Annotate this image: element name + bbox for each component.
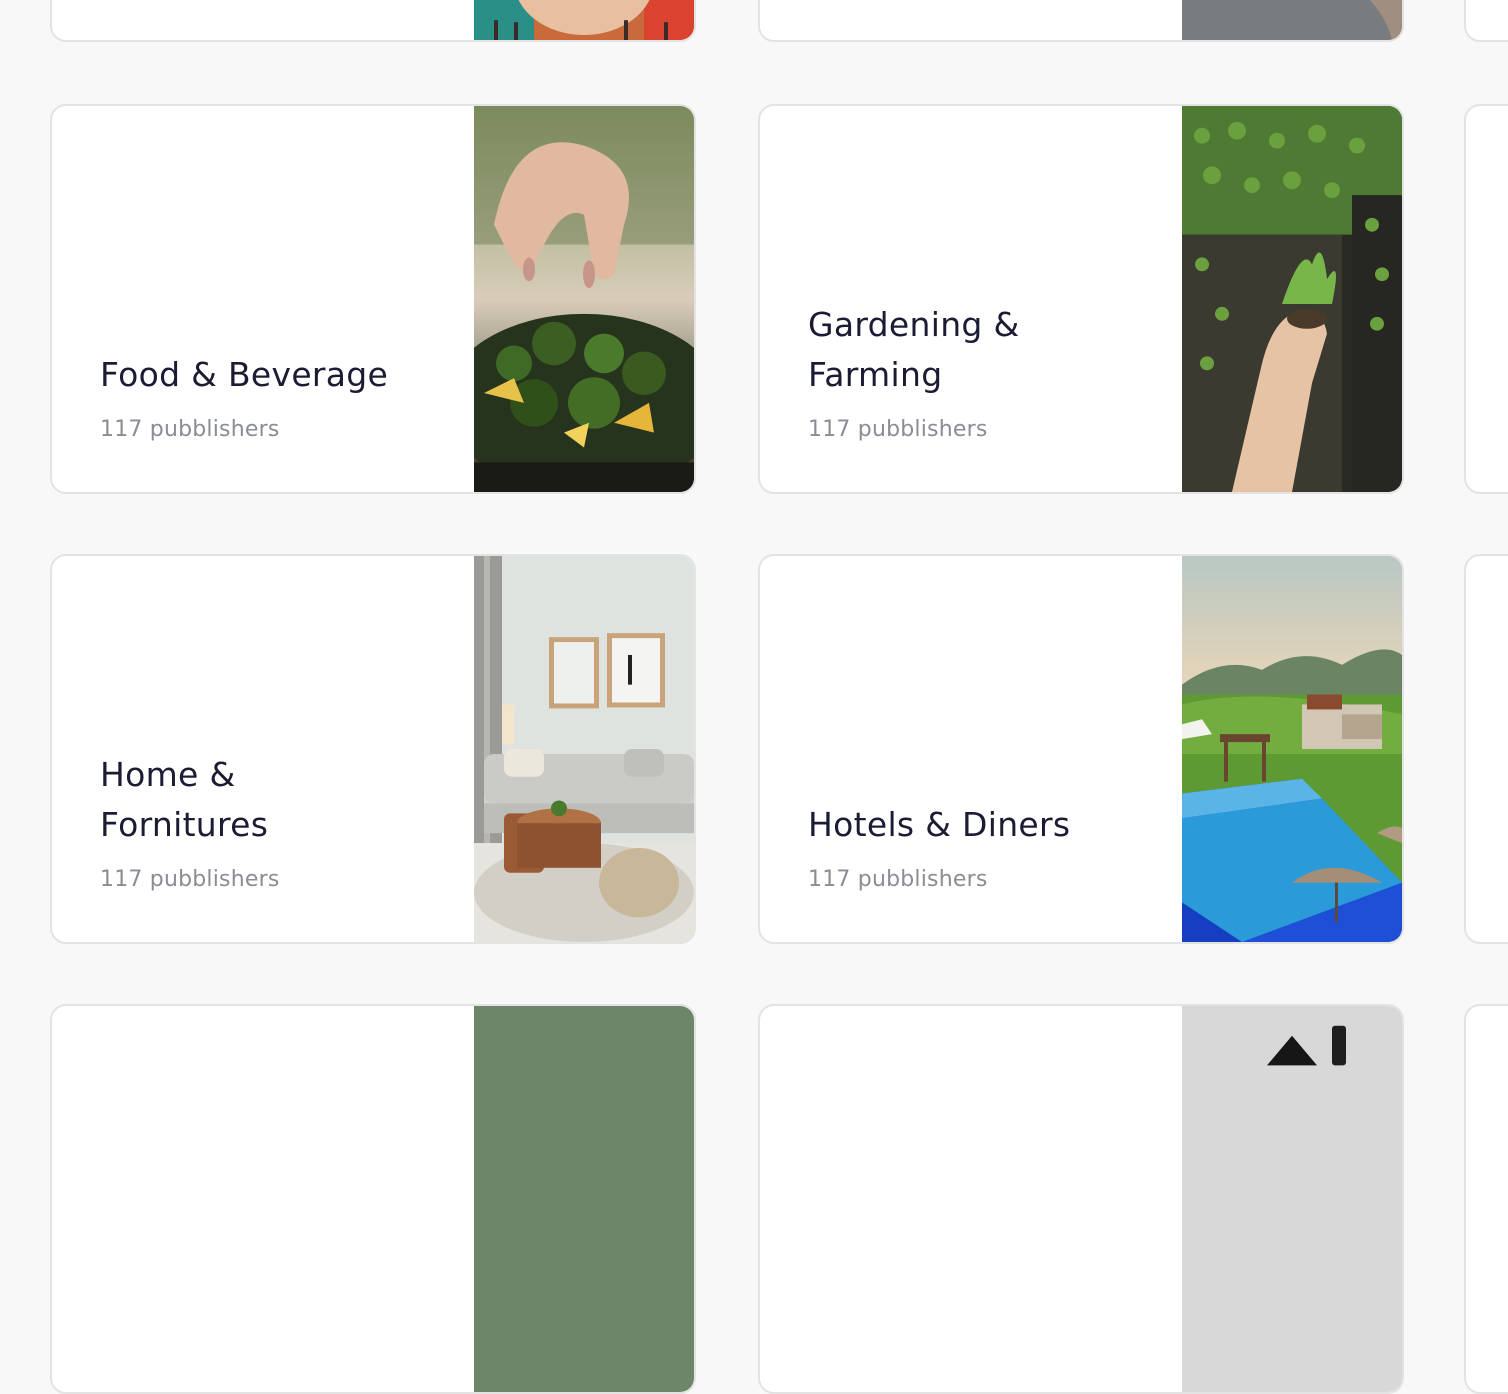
category-photo-top-left [474,0,694,40]
category-photo-bottom-left [474,1006,694,1392]
category-title: Hotels & Diners [808,805,1071,844]
publisher-count: 117 pubblishers [100,417,280,442]
publisher-count: 117 pubblishers [100,867,280,892]
category-card-partial[interactable] [1464,1004,1508,1394]
category-photo-top-right [1182,0,1402,40]
category-card-partial[interactable] [1464,554,1508,944]
category-card-top-right[interactable] [758,0,1404,42]
category-card-bottom-right[interactable] [758,1004,1404,1394]
gardening-photo [1182,106,1402,492]
category-card-home[interactable]: Home & Fornitures 117 pubblishers [50,554,696,944]
category-card-food[interactable]: Food & Beverage 117 pubblishers [50,104,696,494]
category-title: Food & Beverage [100,355,389,394]
category-card-partial[interactable] [1464,0,1508,42]
category-card-bottom-left[interactable] [50,1004,696,1394]
category-card-gardening[interactable]: Gardening & Farming 117 pubblishers [758,104,1404,494]
food-photo [474,106,694,492]
hotel-pool-photo [1182,556,1402,942]
publisher-count: 117 pubblishers [808,867,988,892]
category-card-partial[interactable] [1464,104,1508,494]
category-title: Home & Fornitures [100,755,269,844]
category-title: Gardening & Farming [808,305,1020,394]
living-room-photo [474,556,694,942]
publisher-count: 117 pubblishers [808,417,988,442]
category-photo-bottom-right [1182,1006,1402,1392]
category-card-hotels[interactable]: Hotels & Diners 117 pubblishers [758,554,1404,944]
category-card-top-left[interactable] [50,0,696,42]
